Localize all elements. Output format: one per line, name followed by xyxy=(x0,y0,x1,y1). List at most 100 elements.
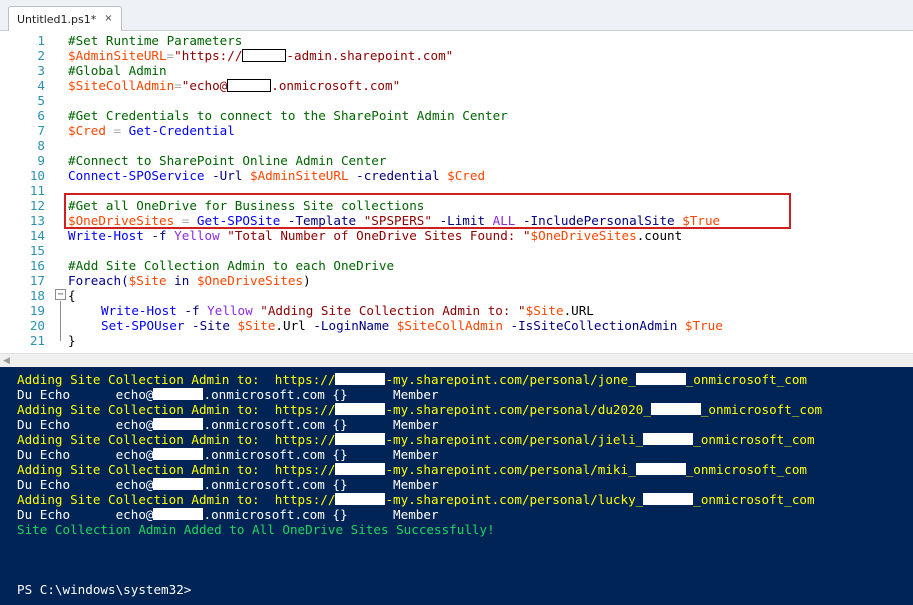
console-output-line: Adding Site Collection Admin to: https:/… xyxy=(17,372,807,387)
console-output-line: Adding Site Collection Admin to: https:/… xyxy=(17,462,807,477)
line-number: 10 xyxy=(29,168,45,183)
redaction-box xyxy=(153,418,204,430)
redaction-box xyxy=(242,49,287,62)
console-output-line: Du Echo echo@ .onmicrosoft.com {} Member xyxy=(17,447,439,462)
variable: $SiteCollAdmin xyxy=(68,78,175,93)
console-text: -my.sharepoint.com/personal/jieli_ xyxy=(385,432,644,447)
line-number: 4 xyxy=(37,78,45,93)
fold-toggle-icon[interactable]: − xyxy=(55,289,66,300)
script-editor[interactable]: 1 2 3 4 5 6 7 8 9 10 11 12 13 14 15 16 1… xyxy=(0,31,913,353)
console-text: .onmicrosoft.com {} Member xyxy=(203,417,439,432)
redaction-box xyxy=(153,508,204,520)
code-line-9: #Connect to SharePoint Online Admin Cent… xyxy=(68,153,386,168)
variable: $OneDriveSites xyxy=(530,228,637,243)
code-line-2: $AdminSiteURL="https://-admin.sharepoint… xyxy=(68,48,453,63)
line-number: 15 xyxy=(29,243,45,258)
console-prompt[interactable]: PS C:\windows\system32> xyxy=(17,582,191,597)
console-text: Adding Site Collection Admin to: https:/… xyxy=(17,432,336,447)
redaction-box xyxy=(335,433,386,445)
console-text: .onmicrosoft.com {} Member xyxy=(203,447,439,462)
code-line-16: #Add Site Collection Admin to each OneDr… xyxy=(68,258,394,273)
console-text: -my.sharepoint.com/personal/lucky_ xyxy=(385,492,644,507)
redaction-box xyxy=(650,403,701,415)
code-line-19: Write-Host -f Yellow "Adding Site Collec… xyxy=(101,303,594,318)
console-text: -my.sharepoint.com/personal/miki_ xyxy=(385,462,636,477)
console-text: _onmicrosoft_com xyxy=(685,462,807,477)
code-line-7: $Cred = Get-Credential xyxy=(68,123,235,138)
line-number: 20 xyxy=(29,318,45,333)
parameter: -Url xyxy=(204,168,250,183)
console-text: Adding Site Collection Admin to: https:/… xyxy=(17,372,336,387)
code-line-10: Connect-SPOService -Url $AdminSiteURL -c… xyxy=(68,168,485,183)
line-number: 8 xyxy=(37,138,45,153)
keyword: in xyxy=(166,273,197,288)
code-line-20: Set-SPOUser -Site $Site.Url -LoginName $… xyxy=(101,318,723,333)
variable: $Site xyxy=(525,303,564,318)
parameter: -credential xyxy=(348,168,448,183)
scroll-left-icon[interactable]: ◀ xyxy=(3,356,10,366)
line-number: 17 xyxy=(29,273,45,288)
code-line-1: #Set Runtime Parameters xyxy=(68,33,242,48)
console-text: Du Echo echo@ xyxy=(17,507,154,522)
property: .URL xyxy=(563,303,594,318)
line-number: 12 xyxy=(29,198,45,213)
console-success-message: Site Collection Admin Added to All OneDr… xyxy=(17,522,495,537)
variable: $SiteCollAdmin xyxy=(396,318,503,333)
variable: $AdminSiteURL xyxy=(249,168,349,183)
console-text: _onmicrosoft_com xyxy=(685,372,807,387)
console-text: Du Echo echo@ xyxy=(17,477,154,492)
comment: #Global Admin xyxy=(68,63,167,78)
redaction-box xyxy=(227,79,272,92)
console-output-line: Du Echo echo@ .onmicrosoft.com {} Member xyxy=(17,477,439,492)
parameter: -LoginName xyxy=(305,318,397,333)
console-output-line: Du Echo echo@ .onmicrosoft.com {} Member xyxy=(17,417,439,432)
line-number: 21 xyxy=(29,333,45,348)
console-text: .onmicrosoft.com {} Member xyxy=(203,507,439,522)
comment: #Set Runtime Parameters xyxy=(68,33,243,48)
redaction-box xyxy=(335,463,386,475)
console-text: Adding Site Collection Admin to: https:/… xyxy=(17,402,336,417)
line-number: 3 xyxy=(37,63,45,78)
line-number: 19 xyxy=(29,303,45,318)
console-output-line: Adding Site Collection Admin to: https:/… xyxy=(17,402,822,417)
line-number: 6 xyxy=(37,108,45,123)
console-text: Du Echo echo@ xyxy=(17,387,154,402)
code-line-4: $SiteCollAdmin="echo@ .onmicrosoft.com" xyxy=(68,78,400,93)
redaction-box xyxy=(153,388,204,400)
redaction-box xyxy=(335,373,386,385)
operator: = xyxy=(174,78,182,93)
code-line-17: Foreach($Site in $OneDriveSites) xyxy=(68,273,311,288)
operator: = xyxy=(105,123,129,138)
console-text: _onmicrosoft_com xyxy=(693,432,815,447)
cmdlet: Set-SPOUser xyxy=(101,318,185,333)
code-line-6: #Get Credentials to connect to the Share… xyxy=(68,108,508,123)
console-pane[interactable]: Adding Site Collection Admin to: https:/… xyxy=(0,367,913,605)
line-number: 14 xyxy=(29,228,45,243)
line-number: 16 xyxy=(29,258,45,273)
horizontal-scrollbar[interactable]: ◀ xyxy=(0,353,913,367)
constant: Yellow xyxy=(207,303,253,318)
console-text: Du Echo echo@ xyxy=(17,417,154,432)
variable: $Site xyxy=(237,318,276,333)
tab-untitled1[interactable]: Untitled1.ps1* × xyxy=(8,6,122,31)
parameter: -IsSiteCollectionAdmin xyxy=(502,318,685,333)
punctuation: { xyxy=(68,288,76,303)
tab-bar: Untitled1.ps1* × xyxy=(0,0,913,31)
redaction-box xyxy=(635,373,686,385)
cmdlet: Get-Credential xyxy=(128,123,235,138)
fold-guide xyxy=(60,301,61,341)
variable: $Cred xyxy=(447,168,486,183)
variable: $OneDriveSites xyxy=(196,273,304,288)
line-number: 2 xyxy=(37,48,45,63)
redaction-box xyxy=(635,463,686,475)
comment: #Get Credentials to connect to the Share… xyxy=(68,108,508,123)
redaction-box xyxy=(335,493,386,505)
highlight-box xyxy=(64,193,791,229)
console-text: _onmicrosoft_com xyxy=(693,492,815,507)
parameter: -f xyxy=(176,303,208,318)
console-text: Adding Site Collection Admin to: https:/… xyxy=(17,492,336,507)
close-icon[interactable]: × xyxy=(104,14,112,24)
code-line-3: #Global Admin xyxy=(68,63,167,78)
line-number: 18 xyxy=(29,288,45,303)
parameter: -Site xyxy=(184,318,238,333)
